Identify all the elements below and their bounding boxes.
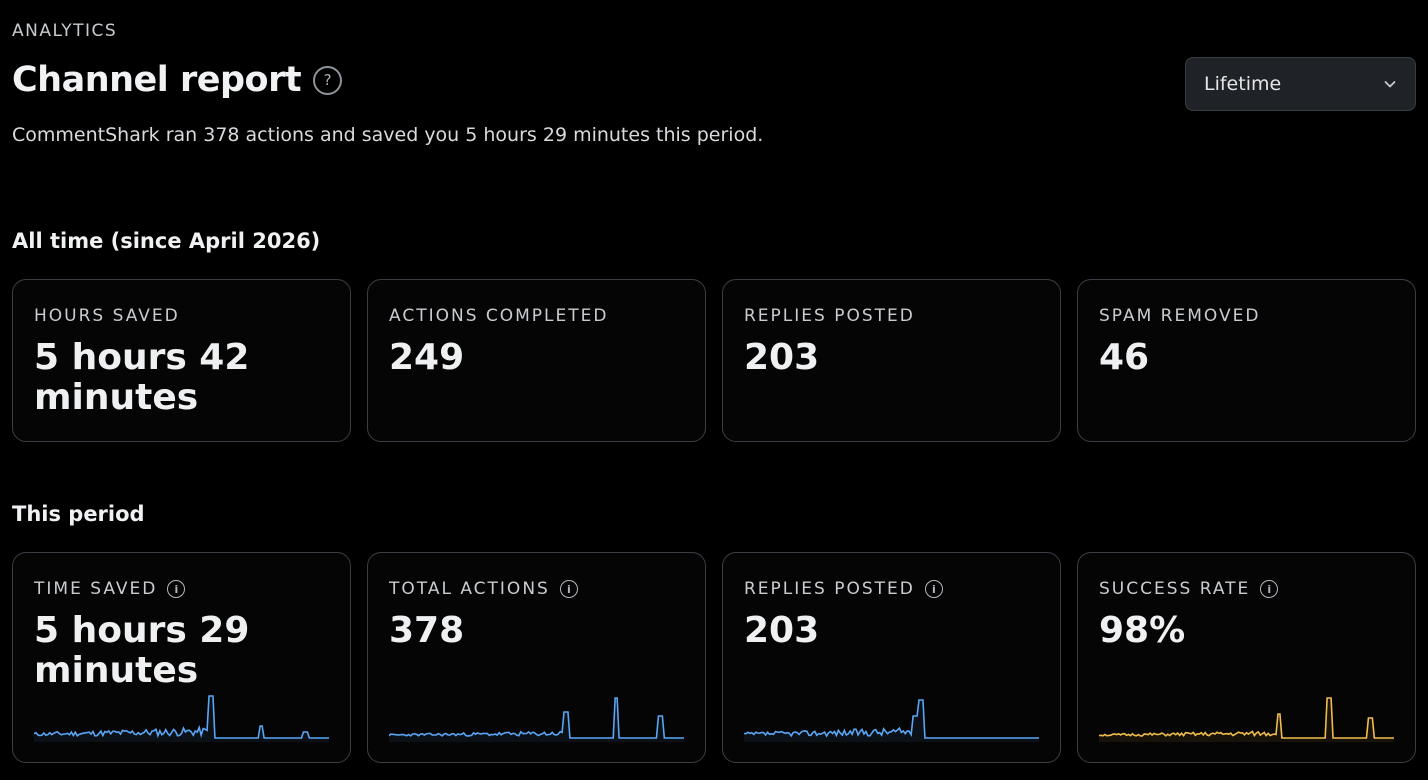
all-time-heading: All time (since April 2026) [12, 229, 321, 253]
stat-label-text: SUCCESS RATE [1099, 579, 1251, 599]
sparkline-line [744, 700, 1039, 738]
period-select-value: Lifetime [1204, 73, 1282, 95]
stat-label: REPLIES POSTED [744, 306, 915, 326]
stat-card-replies-posted-period: REPLIES POSTED i 203 [722, 552, 1061, 763]
sparkline [34, 682, 329, 742]
sparkline-line [34, 696, 329, 738]
stat-value: 5 hours 29 minutes [34, 610, 250, 691]
title-row: Channel report ? [12, 60, 343, 100]
info-icon[interactable]: i [167, 580, 186, 598]
stat-card-total-actions: TOTAL ACTIONS i 378 [367, 552, 706, 763]
info-icon[interactable]: i [924, 580, 943, 598]
period-select[interactable]: Lifetime [1185, 57, 1416, 111]
sparkline-svg [1099, 682, 1394, 742]
sparkline-svg [34, 682, 329, 742]
help-icon[interactable]: ? [313, 65, 343, 95]
all-time-cards: HOURS SAVED 5 hours 42 minutes ACTIONS C… [12, 279, 1416, 442]
sparkline-line [1099, 698, 1394, 738]
stat-value: 203 [744, 337, 820, 378]
stat-label-text: TOTAL ACTIONS [389, 579, 550, 599]
stat-card-actions-completed: ACTIONS COMPLETED 249 [367, 279, 706, 442]
stat-label: HOURS SAVED [34, 306, 180, 326]
sparkline-area [744, 700, 1039, 742]
stat-label-text: TIME SAVED [34, 579, 158, 599]
sparkline-line [389, 698, 684, 738]
stat-label-text: REPLIES POSTED [744, 579, 915, 599]
stat-label: ACTIONS COMPLETED [389, 306, 609, 326]
stat-card-hours-saved: HOURS SAVED 5 hours 42 minutes [12, 279, 351, 442]
stat-value: 98% [1099, 610, 1186, 651]
eyebrow-label: ANALYTICS [12, 21, 118, 41]
stat-card-replies-posted: REPLIES POSTED 203 [722, 279, 1061, 442]
stat-label: SUCCESS RATE i [1099, 579, 1394, 599]
stat-label: TIME SAVED i [34, 579, 329, 599]
info-icon[interactable]: i [1260, 580, 1279, 598]
this-period-cards: TIME SAVED i 5 hours 29 minutes TOTAL AC… [12, 552, 1416, 763]
sparkline [744, 682, 1039, 742]
stat-value: 378 [389, 610, 465, 651]
stat-card-success-rate: SUCCESS RATE i 98% [1077, 552, 1416, 763]
stat-value: 5 hours 42 minutes [34, 337, 250, 418]
period-summary: CommentShark ran 378 actions and saved y… [12, 124, 764, 146]
stat-card-time-saved: TIME SAVED i 5 hours 29 minutes [12, 552, 351, 763]
stat-label: TOTAL ACTIONS i [389, 579, 684, 599]
stat-value: 46 [1099, 337, 1150, 378]
page-title: Channel report [12, 60, 302, 100]
sparkline [1099, 682, 1394, 742]
stat-value: 249 [389, 337, 465, 378]
stat-value: 203 [744, 610, 820, 651]
stat-label: REPLIES POSTED i [744, 579, 1039, 599]
sparkline-svg [389, 682, 684, 742]
this-period-heading: This period [12, 502, 145, 526]
sparkline [389, 682, 684, 742]
chevron-down-icon [1384, 81, 1396, 88]
info-icon[interactable]: i [559, 580, 578, 598]
sparkline-svg [744, 682, 1039, 742]
stat-label: SPAM REMOVED [1099, 306, 1261, 326]
stat-card-spam-removed: SPAM REMOVED 46 [1077, 279, 1416, 442]
